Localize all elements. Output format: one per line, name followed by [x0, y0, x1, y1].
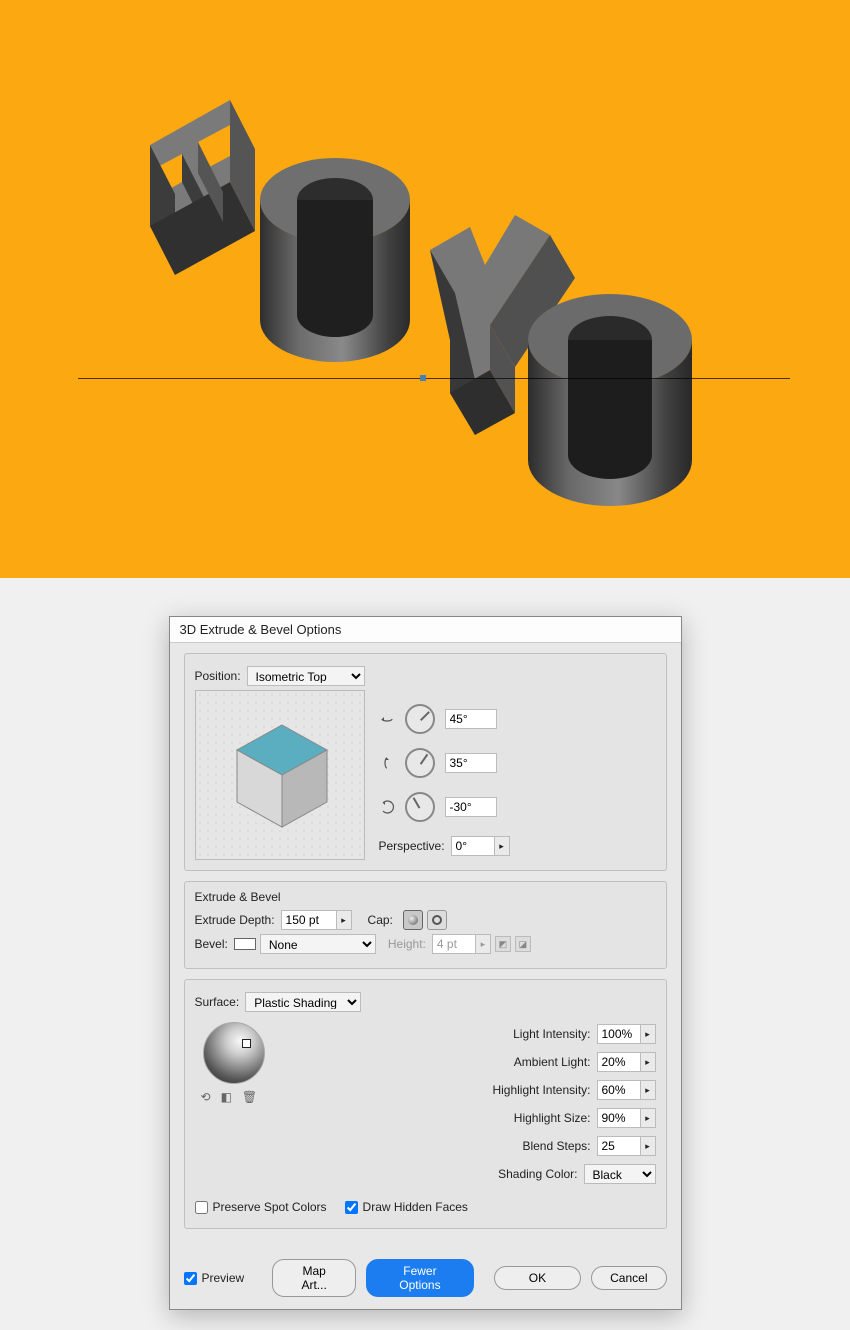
cancel-button[interactable]: Cancel: [591, 1266, 666, 1290]
bevel-stroke-icon: [234, 938, 256, 950]
extruded-text-hoyo: [120, 65, 710, 515]
rotate-y-icon: [379, 755, 395, 771]
delete-light-icon[interactable]: 🗑: [242, 1090, 257, 1104]
rotate-y-dial[interactable]: [405, 748, 435, 778]
canvas: [0, 0, 850, 578]
light-handle[interactable]: [242, 1039, 251, 1048]
highlight-size-stepper[interactable]: ▸: [640, 1108, 656, 1128]
highlight-size-input[interactable]: [597, 1108, 641, 1128]
light-intensity-stepper[interactable]: ▸: [640, 1024, 656, 1044]
extrude-depth-label: Extrude Depth:: [195, 913, 275, 927]
extrude-bevel-dialog: 3D Extrude & Bevel Options Position: Iso…: [169, 616, 682, 1310]
highlight-intensity-label: Highlight Intensity:: [492, 1083, 590, 1097]
ambient-light-input[interactable]: [597, 1052, 641, 1072]
map-art-button[interactable]: Map Art...: [272, 1259, 356, 1297]
bevel-height-label: Height:: [388, 937, 426, 951]
position-select[interactable]: Isometric Top: [247, 666, 365, 686]
highlight-intensity-stepper[interactable]: ▸: [640, 1080, 656, 1100]
ambient-light-label: Ambient Light:: [514, 1055, 591, 1069]
blend-steps-stepper[interactable]: ▸: [640, 1136, 656, 1156]
bevel-out-icon: ◪: [515, 936, 531, 952]
preview-checkbox[interactable]: Preview: [184, 1271, 245, 1285]
bevel-height-input: [432, 934, 476, 954]
draw-hidden-checkbox[interactable]: Draw Hidden Faces: [345, 1200, 468, 1214]
perspective-stepper[interactable]: ▸: [494, 836, 510, 856]
cap-off-button[interactable]: [427, 910, 447, 930]
horizontal-guide: [78, 378, 790, 379]
bevel-label: Bevel:: [195, 937, 228, 951]
light-intensity-label: Light Intensity:: [513, 1027, 590, 1041]
new-light-icon[interactable]: ◧: [221, 1090, 232, 1104]
shading-color-select[interactable]: Black: [584, 1164, 656, 1184]
cap-label: Cap:: [368, 913, 393, 927]
ambient-light-stepper[interactable]: ▸: [640, 1052, 656, 1072]
preserve-spot-checkbox[interactable]: Preserve Spot Colors: [195, 1200, 327, 1214]
bevel-in-icon: ◩: [495, 936, 511, 952]
extrude-depth-input[interactable]: [281, 910, 337, 930]
rotate-x-dial[interactable]: [405, 704, 435, 734]
surface-section: Surface: Plastic Shading ⟲ ◧ 🗑: [184, 979, 667, 1229]
light-sphere[interactable]: [203, 1022, 265, 1084]
blend-steps-label: Blend Steps:: [522, 1139, 590, 1153]
ok-button[interactable]: OK: [494, 1266, 581, 1290]
surface-label: Surface:: [195, 995, 240, 1009]
rotate-z-icon: [379, 799, 395, 815]
bevel-select[interactable]: None: [260, 934, 376, 954]
light-intensity-input[interactable]: [597, 1024, 641, 1044]
perspective-label: Perspective:: [379, 839, 445, 853]
rotate-x-input[interactable]: [445, 709, 497, 729]
rotate-z-dial[interactable]: [405, 792, 435, 822]
perspective-input[interactable]: [451, 836, 495, 856]
shading-color-label: Shading Color:: [498, 1167, 577, 1181]
extrude-depth-stepper[interactable]: ▸: [336, 910, 352, 930]
cap-on-button[interactable]: [403, 910, 423, 930]
anchor-point[interactable]: [420, 375, 426, 381]
highlight-intensity-input[interactable]: [597, 1080, 641, 1100]
fewer-options-button[interactable]: Fewer Options: [366, 1259, 474, 1297]
dialog-title: 3D Extrude & Bevel Options: [170, 617, 681, 643]
dialog-footer: Preview Map Art... Fewer Options OK Canc…: [170, 1251, 681, 1309]
position-label: Position:: [195, 669, 241, 683]
extrude-bevel-title: Extrude & Bevel: [195, 890, 656, 904]
position-section: Position: Isometric Top: [184, 653, 667, 871]
blend-steps-input[interactable]: [597, 1136, 641, 1156]
rotate-y-input[interactable]: [445, 753, 497, 773]
move-light-back-icon[interactable]: ⟲: [201, 1090, 211, 1104]
rotate-x-icon: [379, 711, 395, 727]
surface-select[interactable]: Plastic Shading: [245, 992, 361, 1012]
highlight-size-label: Highlight Size:: [514, 1111, 591, 1125]
rotation-cube-preview[interactable]: [195, 690, 365, 860]
extrude-bevel-section: Extrude & Bevel Extrude Depth: ▸ Cap: Be…: [184, 881, 667, 969]
rotate-z-input[interactable]: [445, 797, 497, 817]
bevel-height-stepper: ▸: [475, 934, 491, 954]
